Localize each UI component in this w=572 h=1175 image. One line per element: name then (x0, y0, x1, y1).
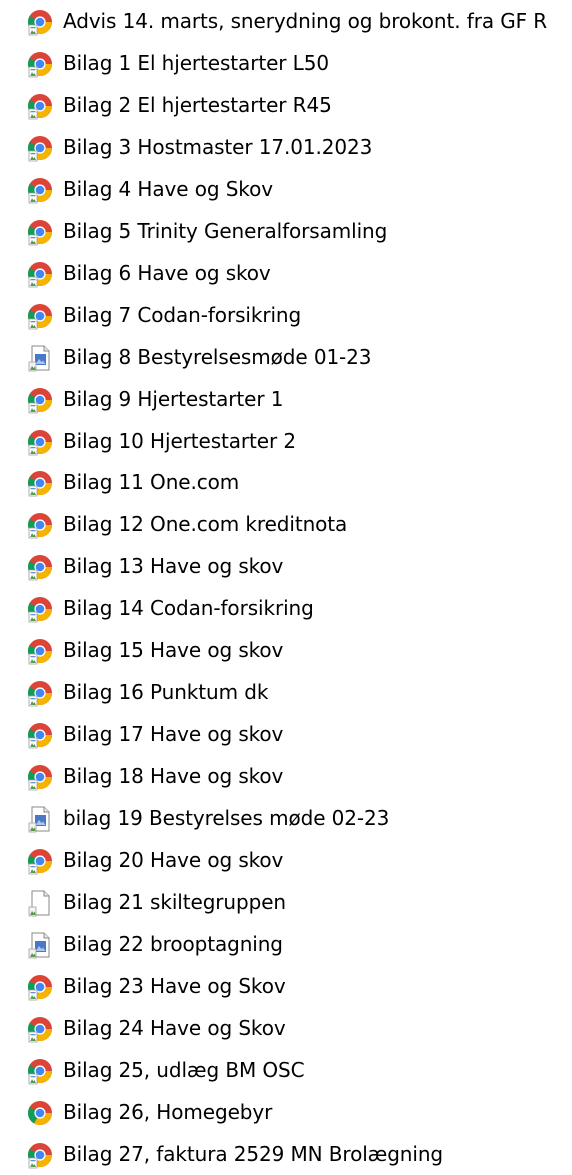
file-row[interactable]: Bilag 5 Trinity Generalforsamling (0, 210, 572, 252)
chrome-pdf-icon (26, 218, 54, 246)
file-row[interactable]: Advis 14. marts, snerydning og brokont. … (0, 0, 572, 42)
chrome-pdf-icon (26, 176, 54, 204)
file-row[interactable]: Bilag 15 Have og skov (0, 629, 572, 671)
file-row[interactable]: Bilag 14 Codan-forsikring (0, 587, 572, 629)
file-name: Bilag 11 One.com (63, 470, 240, 495)
file-name: Bilag 3 Hostmaster 17.01.2023 (63, 134, 373, 159)
file-row[interactable]: Bilag 1 El hjertestarter L50 (0, 42, 572, 84)
chrome-icon (26, 1099, 54, 1127)
file-row[interactable]: Bilag 10 Hjertestarter 2 (0, 420, 572, 462)
chrome-pdf-icon (26, 134, 54, 162)
chrome-pdf-icon (26, 721, 54, 749)
file-row[interactable]: Bilag 7 Codan-forsikring (0, 294, 572, 336)
chrome-pdf-icon (26, 973, 54, 1001)
chrome-pdf-icon (26, 260, 54, 288)
file-row[interactable]: Bilag 27, faktura 2529 MN Brolægning (0, 1133, 572, 1175)
image-file-icon (26, 344, 54, 372)
file-name: Bilag 5 Trinity Generalforsamling (63, 218, 388, 243)
file-name: Bilag 24 Have og Skov (63, 1015, 286, 1040)
file-name: Bilag 15 Have og skov (63, 638, 284, 663)
file-name: Bilag 25, udlæg BM OSC (63, 1057, 305, 1082)
file-row[interactable]: Bilag 18 Have og skov (0, 755, 572, 797)
file-row[interactable]: Bilag 20 Have og skov (0, 839, 572, 881)
file-name: Bilag 26, Homegebyr (63, 1099, 273, 1124)
file-name: Bilag 22 brooptagning (63, 931, 283, 956)
chrome-pdf-icon (26, 637, 54, 665)
file-row[interactable]: bilag 19 Bestyrelses møde 02-23 (0, 797, 572, 839)
file-name: Bilag 2 El hjertestarter R45 (63, 92, 332, 117)
chrome-pdf-icon (26, 847, 54, 875)
file-row[interactable]: Bilag 8 Bestyrelsesmøde 01-23 (0, 336, 572, 378)
chrome-pdf-icon (26, 428, 54, 456)
file-name: Bilag 16 Punktum dk (63, 680, 269, 705)
file-name: Bilag 14 Codan-forsikring (63, 596, 314, 621)
chrome-pdf-icon (26, 302, 54, 330)
chrome-pdf-icon (26, 92, 54, 120)
chrome-pdf-icon (26, 679, 54, 707)
chrome-pdf-icon (26, 595, 54, 623)
file-name: Advis 14. marts, snerydning og brokont. … (63, 9, 548, 33)
file-name: Bilag 13 Have og skov (63, 554, 284, 579)
chrome-pdf-icon (26, 1015, 54, 1043)
file-row[interactable]: Bilag 23 Have og Skov (0, 965, 572, 1007)
file-name: Bilag 23 Have og Skov (63, 973, 286, 998)
file-name: Bilag 27, faktura 2529 MN Brolægning (63, 1141, 444, 1166)
file-row[interactable]: Bilag 13 Have og skov (0, 545, 572, 587)
file-name: Bilag 17 Have og skov (63, 722, 284, 747)
file-name: Bilag 18 Have og skov (63, 764, 284, 789)
file-row[interactable]: Bilag 12 One.com kreditnota (0, 503, 572, 545)
file-name: Bilag 20 Have og skov (63, 848, 284, 872)
file-name: Bilag 21 skiltegruppen (63, 889, 286, 914)
chrome-pdf-icon (26, 386, 54, 414)
file-name: Bilag 6 Have og skov (63, 260, 271, 285)
chrome-pdf-icon (26, 469, 54, 497)
file-name: Bilag 12 One.com kreditnota (63, 512, 348, 537)
file-name: Bilag 1 El hjertestarter L50 (63, 50, 329, 75)
chrome-pdf-icon (26, 1141, 54, 1169)
file-row[interactable]: Bilag 25, udlæg BM OSC (0, 1049, 572, 1091)
file-name: Bilag 9 Hjertestarter 1 (63, 386, 284, 411)
file-row[interactable]: Bilag 11 One.com (0, 461, 572, 503)
file-name: Bilag 7 Codan-forsikring (63, 302, 302, 327)
file-row[interactable]: Bilag 4 Have og Skov (0, 168, 572, 210)
image-file-icon (26, 805, 54, 833)
image-file-icon (26, 931, 54, 959)
file-row[interactable]: Bilag 22 brooptagning (0, 923, 572, 965)
chrome-pdf-icon (26, 553, 54, 581)
chrome-pdf-icon (26, 1057, 54, 1085)
file-name: Bilag 10 Hjertestarter 2 (63, 428, 297, 453)
file-row[interactable]: Bilag 26, Homegebyr (0, 1091, 572, 1133)
file-row[interactable]: Bilag 21 skiltegruppen (0, 881, 572, 923)
chrome-pdf-icon (26, 50, 54, 78)
file-row[interactable]: Bilag 16 Punktum dk (0, 671, 572, 713)
file-row[interactable]: Bilag 17 Have og skov (0, 713, 572, 755)
file-row[interactable]: Bilag 6 Have og skov (0, 252, 572, 294)
generic-file-icon (26, 889, 54, 917)
file-row[interactable]: Bilag 3 Hostmaster 17.01.2023 (0, 126, 572, 168)
file-row[interactable]: Bilag 24 Have og Skov (0, 1007, 572, 1049)
file-row[interactable]: Bilag 9 Hjertestarter 1 (0, 378, 572, 420)
chrome-pdf-icon (26, 763, 54, 791)
file-name: Bilag 8 Bestyrelsesmøde 01-23 (63, 344, 372, 369)
file-row[interactable]: Bilag 2 El hjertestarter R45 (0, 84, 572, 126)
chrome-pdf-icon (26, 511, 54, 539)
file-name: bilag 19 Bestyrelses møde 02-23 (63, 806, 390, 831)
file-name: Bilag 4 Have og Skov (63, 176, 273, 201)
chrome-pdf-icon (26, 8, 54, 36)
